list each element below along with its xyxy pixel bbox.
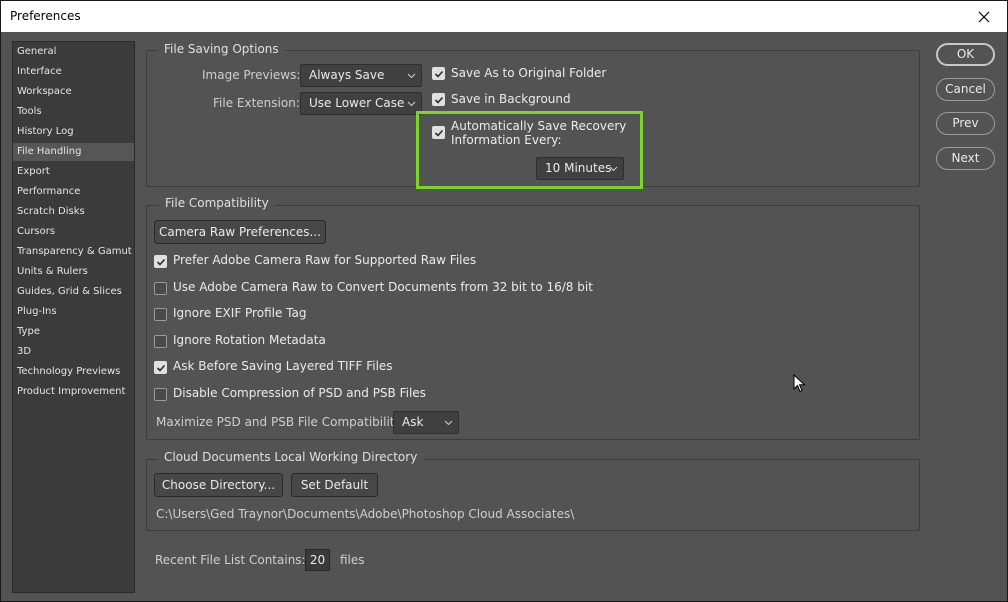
maximize-compat-label: Maximize PSD and PSB File Compatibility: <box>156 415 405 429</box>
convert-32bit-label: Use Adobe Camera Raw to Convert Document… <box>173 280 593 294</box>
sidebar-item-3d[interactable]: 3D <box>13 343 134 361</box>
cancel-button[interactable]: Cancel <box>936 78 995 101</box>
image-previews-label: Image Previews: <box>202 68 301 82</box>
sidebar-item-transparency-gamut[interactable]: Transparency & Gamut <box>13 243 134 261</box>
ignore-rotation-checkbox[interactable] <box>154 335 167 348</box>
sidebar-item-general[interactable]: General <box>13 43 134 61</box>
sidebar-item-interface[interactable]: Interface <box>13 63 134 81</box>
ok-button[interactable]: OK <box>936 43 995 66</box>
file-extension-label: File Extension: <box>213 96 300 110</box>
preferences-window: Preferences General Interface Workspace … <box>0 0 1008 602</box>
maximize-compat-value: Ask <box>402 415 424 429</box>
save-as-original-label: Save As to Original Folder <box>451 66 607 80</box>
save-as-original-checkbox[interactable] <box>432 67 445 80</box>
sidebar-item-performance[interactable]: Performance <box>13 183 134 201</box>
file-extension-value: Use Lower Case <box>309 96 405 110</box>
disable-compression-checkbox[interactable] <box>154 388 167 401</box>
cloud-documents-title: Cloud Documents Local Working Directory <box>158 450 424 464</box>
close-button[interactable] <box>961 1 1007 32</box>
chevron-down-icon <box>407 101 416 107</box>
sidebar-item-cursors[interactable]: Cursors <box>13 223 134 241</box>
ignore-exif-label: Ignore EXIF Profile Tag <box>173 306 307 320</box>
checkmark-icon <box>156 258 166 266</box>
prefer-camera-raw-checkbox[interactable] <box>154 255 167 268</box>
file-saving-options-title: File Saving Options <box>158 42 285 56</box>
checkmark-icon <box>434 96 444 104</box>
save-in-background-label: Save in Background <box>451 92 571 106</box>
title-bar: Preferences <box>1 1 1007 32</box>
chevron-down-icon <box>444 420 453 426</box>
camera-raw-preferences-button[interactable]: Camera Raw Preferences... <box>154 220 326 244</box>
convert-32bit-checkbox[interactable] <box>154 282 167 295</box>
image-previews-select[interactable]: Always Save <box>300 64 422 87</box>
ask-layered-tiff-label: Ask Before Saving Layered TIFF Files <box>173 359 393 373</box>
checkmark-icon <box>434 70 444 78</box>
preferences-sidebar: General Interface Workspace Tools Histor… <box>12 41 135 593</box>
recent-file-count-input[interactable]: 20 <box>305 549 330 571</box>
recent-file-list-label: Recent File List Contains: <box>155 553 306 567</box>
prefer-camera-raw-label: Prefer Adobe Camera Raw for Supported Ra… <box>173 253 477 267</box>
choose-directory-button[interactable]: Choose Directory... <box>154 473 283 497</box>
prev-button[interactable]: Prev <box>936 112 995 135</box>
ask-layered-tiff-checkbox[interactable] <box>154 361 167 374</box>
sidebar-item-plug-ins[interactable]: Plug-Ins <box>13 303 134 321</box>
sidebar-item-scratch-disks[interactable]: Scratch Disks <box>13 203 134 221</box>
maximize-compat-select[interactable]: Ask <box>393 411 459 434</box>
file-compatibility-title: File Compatibility <box>159 196 275 210</box>
sidebar-item-guides-grid-slices[interactable]: Guides, Grid & Slices <box>13 283 134 301</box>
ignore-exif-checkbox[interactable] <box>154 308 167 321</box>
sidebar-item-product-improvement[interactable]: Product Improvement <box>13 383 134 401</box>
sidebar-item-type[interactable]: Type <box>13 323 134 341</box>
sidebar-item-units-rulers[interactable]: Units & Rulers <box>13 263 134 281</box>
next-button[interactable]: Next <box>936 147 995 170</box>
disable-compression-label: Disable Compression of PSD and PSB Files <box>173 386 426 400</box>
sidebar-item-technology-previews[interactable]: Technology Previews <box>13 363 134 381</box>
window-title: Preferences <box>10 9 81 23</box>
image-previews-value: Always Save <box>309 68 385 82</box>
chevron-down-icon <box>407 73 416 79</box>
file-extension-select[interactable]: Use Lower Case <box>300 92 422 115</box>
save-in-background-checkbox[interactable] <box>432 93 445 106</box>
sidebar-item-history-log[interactable]: History Log <box>13 123 134 141</box>
cloud-directory-path: C:\Users\Ged Traynor\Documents\Adobe\Pho… <box>156 507 575 521</box>
checkmark-icon <box>156 364 166 372</box>
mouse-pointer-icon <box>793 374 806 393</box>
sidebar-item-workspace[interactable]: Workspace <box>13 83 134 101</box>
sidebar-item-tools[interactable]: Tools <box>13 103 134 121</box>
recent-file-suffix: files <box>340 553 365 567</box>
set-default-button[interactable]: Set Default <box>291 473 378 497</box>
close-icon <box>978 11 990 22</box>
sidebar-item-export[interactable]: Export <box>13 163 134 181</box>
auto-save-highlight-box <box>416 111 643 189</box>
sidebar-item-file-handling[interactable]: File Handling <box>13 143 134 161</box>
ignore-rotation-label: Ignore Rotation Metadata <box>173 333 326 347</box>
